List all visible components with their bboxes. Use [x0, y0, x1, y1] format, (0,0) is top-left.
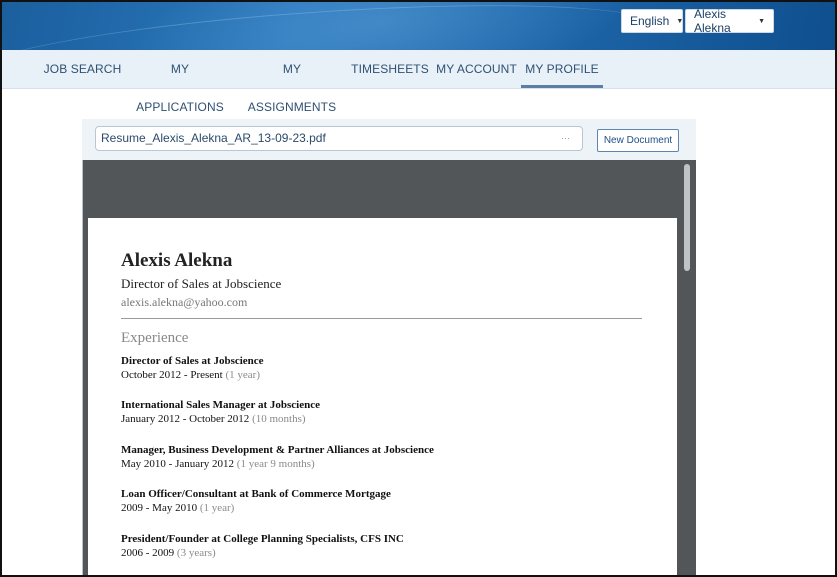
pdf-viewer: Alexis Alekna Director of Sales at Jobsc…: [82, 160, 696, 575]
new-document-button[interactable]: New Document: [597, 129, 679, 152]
job-duration: (1 year): [199, 502, 235, 514]
nav-item-my-account[interactable]: MY ACCOUNT: [434, 50, 519, 88]
user-name: Alexis Alekna: [694, 7, 731, 35]
nav-item-my-applications[interactable]: MY APPLICATIONS: [126, 50, 234, 114]
job-duration: (10 months): [252, 413, 306, 425]
resume-headline: Director of Sales at Jobscience: [121, 276, 282, 291]
user-menu-dropdown[interactable]: Alexis Alekna ▼: [685, 7, 774, 35]
nav-item-job-search[interactable]: JOB SEARCH: [42, 50, 123, 88]
job-dates: October 2012 - Present (1 year): [121, 369, 264, 381]
job-date-range: January 2012 - October 2012: [121, 413, 250, 425]
nav-item-timesheets[interactable]: TIMESHEETS: [350, 50, 430, 88]
job-duration: (1 year): [225, 369, 260, 381]
job-dates: 2006 - 2009 (3 years): [121, 547, 404, 559]
job-duration: (3 years): [176, 547, 216, 559]
job-title: Director of Sales at Jobscience: [121, 355, 264, 367]
nav-item-my-assignments[interactable]: MY ASSIGNMENTS: [238, 50, 346, 114]
experience-heading: Experience: [121, 330, 189, 346]
document-select[interactable]: Resume_Alexis_Alekna_AR_13-09-23.pdf ⋯: [95, 126, 583, 151]
top-banner: English ▼ Alexis Alekna ▼: [2, 2, 835, 50]
resume-name: Alexis Alekna: [121, 250, 233, 271]
language-dropdown[interactable]: English ▼: [621, 9, 683, 33]
experience-entry: Loan Officer/Consultant at Bank of Comme…: [121, 488, 391, 514]
job-date-range: 2009 - May 2010: [121, 502, 198, 514]
select-arrows-icon: ⋯: [561, 133, 570, 143]
chevron-down-icon: ▼: [758, 17, 765, 25]
document-file-name: Resume_Alexis_Alekna_AR_13-09-23.pdf: [101, 131, 326, 145]
job-title: Manager, Business Development & Partner …: [121, 444, 434, 456]
divider: [121, 318, 642, 319]
job-dates: January 2012 - October 2012 (10 months): [121, 413, 320, 425]
language-label: English: [630, 14, 670, 28]
job-dates: May 2010 - January 2012 (1 year 9 months…: [121, 458, 434, 470]
job-title: President/Founder at College Planning Sp…: [121, 533, 404, 545]
chevron-down-icon: ▼: [676, 17, 684, 25]
job-date-range: October 2012 - Present: [121, 369, 223, 381]
app-frame: English ▼ Alexis Alekna ▼ JOB SEARCH MY …: [0, 0, 837, 577]
viewer-scrollbar[interactable]: [681, 160, 694, 575]
experience-entry: President/Founder at College Planning Sp…: [121, 533, 404, 559]
job-title: Loan Officer/Consultant at Bank of Comme…: [121, 488, 391, 500]
nav-item-my-profile[interactable]: MY PROFILE: [521, 50, 603, 88]
experience-entry: Manager, Business Development & Partner …: [121, 444, 434, 470]
job-dates: 2009 - May 2010 (1 year): [121, 502, 391, 514]
document-panel: Resume_Alexis_Alekna_AR_13-09-23.pdf ⋯ N…: [82, 119, 696, 575]
experience-entry: Director of Sales at Jobscience October …: [121, 355, 264, 381]
job-title: International Sales Manager at Jobscienc…: [121, 399, 321, 411]
job-date-range: May 2010 - January 2012: [121, 458, 235, 470]
scrollbar-thumb[interactable]: [684, 164, 690, 271]
main-nav: JOB SEARCH MY APPLICATIONS MY ASSIGNMENT…: [2, 50, 835, 114]
experience-entry: International Sales Manager at Jobscienc…: [121, 399, 320, 425]
resume-email: alexis.alekna@yahoo.com: [121, 295, 248, 309]
job-duration: (1 year 9 months): [236, 458, 315, 470]
job-date-range: 2006 - 2009: [121, 547, 175, 559]
resume-page: Alexis Alekna Director of Sales at Jobsc…: [88, 218, 677, 575]
